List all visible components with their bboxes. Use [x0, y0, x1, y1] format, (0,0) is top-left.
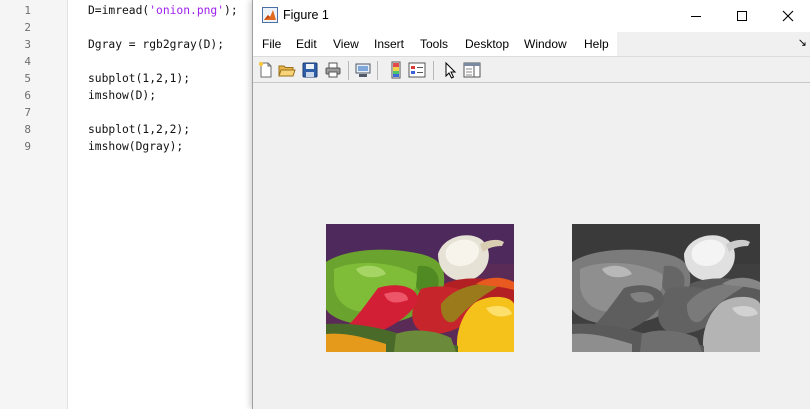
link-plot-icon[interactable] [354, 61, 372, 79]
subplot-color-image[interactable] [326, 224, 514, 352]
line-number: 9 [24, 140, 31, 153]
code-text: Dgray = rgb2gray(D); [88, 38, 225, 51]
color-peppers-image [326, 224, 514, 352]
line-number: 1 [24, 4, 31, 17]
line-number: 8 [24, 123, 31, 136]
figure-canvas[interactable] [253, 84, 810, 409]
colorbar-icon[interactable] [387, 61, 405, 79]
toolbar-separator [348, 61, 349, 80]
menu-insert[interactable]: Insert [374, 37, 404, 51]
menu-bar: File Edit View Insert Tools Desktop Wind… [253, 32, 810, 56]
line-number: 4 [24, 55, 31, 68]
line-number: 5 [24, 72, 31, 85]
subplot-grayscale-image[interactable] [572, 224, 760, 352]
menu-bar-empty-area [617, 32, 810, 56]
code-text: ); [224, 4, 238, 17]
line-number: 7 [24, 106, 31, 119]
code-line[interactable]: Dgray = rgb2gray(D); [88, 36, 224, 53]
menu-edit[interactable]: Edit [296, 37, 317, 51]
code-text: subplot(1,2,2); [88, 123, 191, 136]
code-line[interactable]: imshow(D); [88, 87, 156, 104]
window-title: Figure 1 [283, 8, 329, 22]
new-figure-icon[interactable] [257, 61, 275, 79]
menu-tools[interactable]: Tools [420, 37, 448, 51]
open-file-icon[interactable] [278, 61, 296, 79]
legend-icon[interactable] [408, 61, 426, 79]
menu-dock-arrow-icon[interactable]: ↘ [798, 36, 807, 49]
matlab-figure-icon [262, 7, 278, 23]
line-number-gutter: 1 2 3 4 5 6 7 8 9 [0, 0, 68, 409]
line-number: 2 [24, 21, 31, 34]
code-text: imshow(Dgray); [88, 140, 184, 153]
maximize-icon [737, 11, 747, 21]
menu-help[interactable]: Help [584, 37, 609, 51]
save-icon[interactable] [301, 61, 319, 79]
property-inspector-icon[interactable] [463, 61, 481, 79]
toolbar-separator [377, 61, 378, 80]
print-icon[interactable] [324, 61, 342, 79]
figure-window[interactable]: Figure 1 File Edit View Insert Tools Des… [252, 0, 810, 409]
menu-view[interactable]: View [333, 37, 359, 51]
close-icon [782, 10, 794, 22]
line-number: 6 [24, 89, 31, 102]
code-line[interactable]: imshow(Dgray); [88, 138, 183, 155]
code-line[interactable]: D=imread('onion.png'); [88, 2, 238, 19]
minimize-button[interactable] [673, 0, 719, 32]
figure-toolbar [253, 56, 810, 83]
edit-plot-icon[interactable] [441, 61, 459, 79]
code-text: imshow(D); [88, 89, 157, 102]
maximize-button[interactable] [719, 0, 765, 32]
menu-file[interactable]: File [262, 37, 281, 51]
close-button[interactable] [765, 0, 810, 32]
toolbar-separator [433, 61, 434, 80]
code-string-literal: 'onion.png' [149, 4, 225, 17]
code-line[interactable]: subplot(1,2,2); [88, 121, 190, 138]
code-text: subplot(1,2,1); [88, 72, 191, 85]
line-number: 3 [24, 38, 31, 51]
menu-desktop[interactable]: Desktop [465, 37, 509, 51]
menu-window[interactable]: Window [524, 37, 567, 51]
code-line[interactable]: subplot(1,2,1); [88, 70, 190, 87]
title-bar[interactable]: Figure 1 [253, 0, 810, 32]
code-text: D=imread( [88, 4, 150, 17]
minimize-icon [691, 16, 701, 17]
grayscale-peppers-image [572, 224, 760, 352]
